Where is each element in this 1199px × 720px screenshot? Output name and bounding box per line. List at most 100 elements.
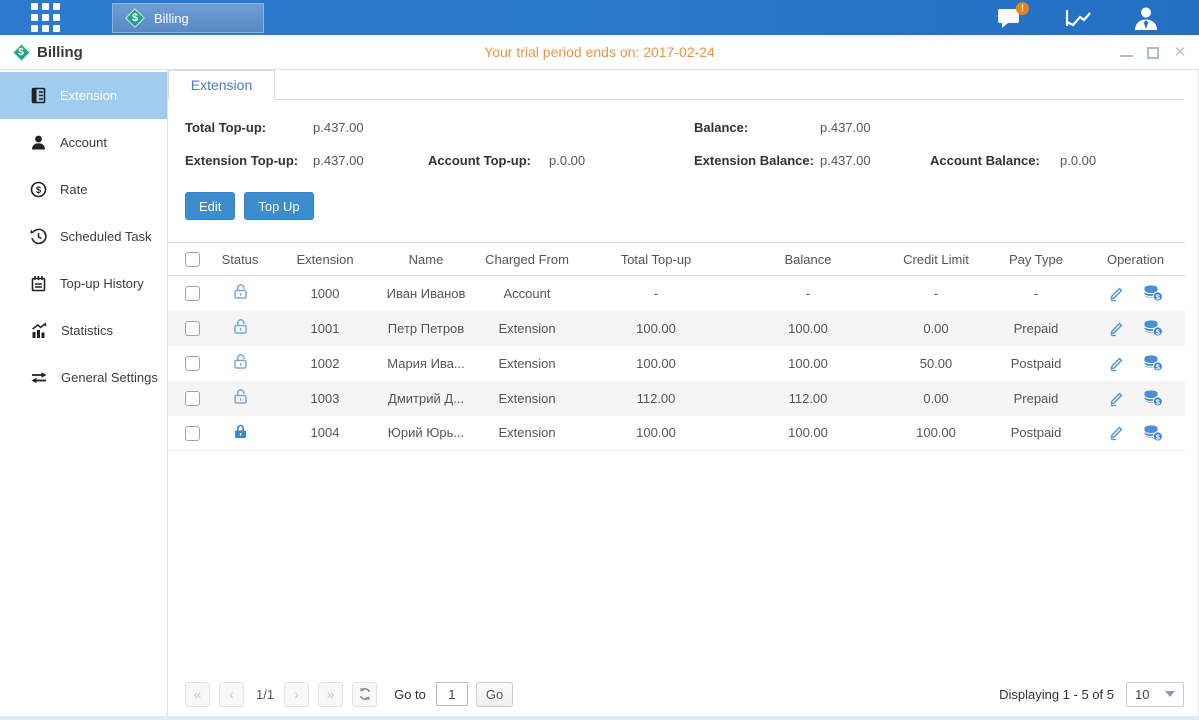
refresh-button[interactable] (352, 682, 377, 707)
billing-title-icon: $ (12, 43, 30, 61)
account-balance-label: Account Balance: (930, 153, 1060, 168)
app-title: $ Billing (12, 43, 83, 61)
taskbar: $ Billing ! (0, 0, 1199, 35)
col-status: Status (210, 243, 270, 276)
edit-icon[interactable] (1108, 424, 1125, 441)
cell-balance: 100.00 (730, 311, 886, 346)
goto-page-input[interactable] (436, 682, 468, 706)
unlock-icon (232, 353, 249, 370)
sidebar-item-statistics[interactable]: Statistics (0, 307, 167, 354)
edit-icon[interactable] (1108, 320, 1125, 337)
account-person-icon (30, 134, 47, 151)
cell-total-topup: 112.00 (582, 381, 730, 416)
select-all-checkbox[interactable] (185, 252, 200, 267)
statistics-chart-icon[interactable] (1063, 5, 1093, 31)
table-row: 1001 Петр Петров Extension 100.00 100.00… (168, 311, 1185, 346)
cell-extension: 1001 (270, 311, 380, 346)
account-topup-label: Account Top-up: (428, 153, 549, 168)
table-row: 1000 Иван Иванов Account - - - - $ (168, 276, 1185, 311)
sidebar-item-label: General Settings (61, 370, 158, 385)
row-checkbox[interactable] (185, 286, 200, 301)
tab-extension[interactable]: Extension (168, 70, 275, 100)
top-up-coins-icon[interactable]: $ (1143, 319, 1163, 337)
cell-charged-from: Extension (472, 416, 582, 451)
top-up-button[interactable]: Top Up (244, 192, 313, 220)
next-page-button[interactable]: › (284, 682, 309, 707)
cell-name: Дмитрий Д... (380, 381, 472, 416)
sidebar-item-account[interactable]: Account (0, 119, 167, 166)
taskbar-tab-billing[interactable]: $ Billing (112, 3, 264, 33)
minimize-icon[interactable] (1120, 49, 1133, 57)
balance-value: p.437.00 (820, 120, 930, 135)
account-balance-value: p.0.00 (1060, 153, 1184, 168)
sidebar-item-topup-history[interactable]: Top-up History (0, 260, 167, 307)
cell-credit-limit: 50.00 (886, 346, 986, 381)
cell-pay-type: Prepaid (986, 381, 1086, 416)
cell-pay-type: - (986, 276, 1086, 311)
edit-button[interactable]: Edit (185, 192, 235, 220)
page-indicator: 1/1 (256, 687, 274, 702)
extension-topup-label: Extension Top-up: (185, 153, 313, 168)
notification-badge: ! (1016, 2, 1029, 15)
topup-history-notepad-icon (30, 275, 47, 292)
scheduled-task-clock-icon (30, 228, 47, 245)
last-page-button[interactable]: » (318, 682, 343, 707)
balance-label: Balance: (694, 120, 820, 135)
cell-charged-from: Extension (472, 346, 582, 381)
top-up-coins-icon[interactable]: $ (1143, 354, 1163, 372)
table-row: 1004 Юрий Юрь... Extension 100.00 100.00… (168, 416, 1185, 451)
cell-name: Петр Петров (380, 311, 472, 346)
lock-icon (232, 423, 249, 440)
row-checkbox[interactable] (185, 426, 200, 441)
cell-total-topup: 100.00 (582, 346, 730, 381)
sidebar-item-scheduled-task[interactable]: Scheduled Task (0, 213, 167, 260)
unlock-icon (232, 283, 249, 300)
row-checkbox[interactable] (185, 391, 200, 406)
cell-balance: 112.00 (730, 381, 886, 416)
col-balance: Balance (730, 243, 886, 276)
edit-icon[interactable] (1108, 285, 1125, 302)
cell-extension: 1002 (270, 346, 380, 381)
user-account-icon[interactable] (1131, 5, 1161, 31)
sidebar-item-label: Scheduled Task (60, 229, 152, 244)
cell-name: Мария Ива... (380, 346, 472, 381)
sidebar-item-rate[interactable]: $ Rate (0, 166, 167, 213)
edit-icon[interactable] (1108, 355, 1125, 372)
page-size-select[interactable]: 10 (1126, 682, 1184, 707)
close-icon[interactable]: × (1173, 46, 1187, 60)
prev-page-button[interactable]: ‹ (219, 682, 244, 707)
maximize-icon[interactable] (1147, 47, 1159, 59)
taskbar-tab-label: Billing (154, 11, 189, 26)
window-bottom-edge (0, 716, 1199, 720)
sidebar-item-general-settings[interactable]: General Settings (0, 354, 167, 401)
col-pay-type: Pay Type (986, 243, 1086, 276)
table-header-row: Status Extension Name Charged From Total… (168, 243, 1185, 276)
top-up-coins-icon[interactable]: $ (1143, 389, 1163, 407)
row-checkbox[interactable] (185, 356, 200, 371)
app-grid-icon[interactable] (31, 3, 60, 32)
first-page-button[interactable]: « (185, 682, 210, 707)
col-charged-from: Charged From (472, 243, 582, 276)
cell-pay-type: Postpaid (986, 346, 1086, 381)
window-title: Billing (37, 44, 83, 61)
total-topup-label: Total Top-up: (185, 120, 313, 135)
messages-icon[interactable]: ! (995, 5, 1025, 31)
chevron-down-icon (1165, 691, 1175, 697)
top-up-coins-icon[interactable]: $ (1143, 284, 1163, 302)
extension-ledger-icon (30, 87, 47, 104)
top-up-coins-icon[interactable]: $ (1143, 424, 1163, 442)
row-checkbox[interactable] (185, 321, 200, 336)
go-button[interactable]: Go (476, 682, 513, 707)
sidebar-item-extension[interactable]: Extension (0, 72, 167, 119)
cell-total-topup: 100.00 (582, 416, 730, 451)
edit-icon[interactable] (1108, 390, 1125, 407)
cell-pay-type: Prepaid (986, 311, 1086, 346)
titlebar: $ Billing Your trial period ends on: 201… (0, 35, 1199, 70)
account-topup-value: p.0.00 (549, 153, 694, 168)
content-panel: Extension Total Top-up: p.437.00 Balance… (168, 70, 1199, 716)
table-row: 1002 Мария Ива... Extension 100.00 100.0… (168, 346, 1185, 381)
sidebar-item-label: Statistics (61, 323, 113, 338)
billing-window: $ Billing ! (0, 0, 1199, 720)
unlock-icon (232, 388, 249, 405)
extension-balance-label: Extension Balance: (694, 153, 820, 168)
